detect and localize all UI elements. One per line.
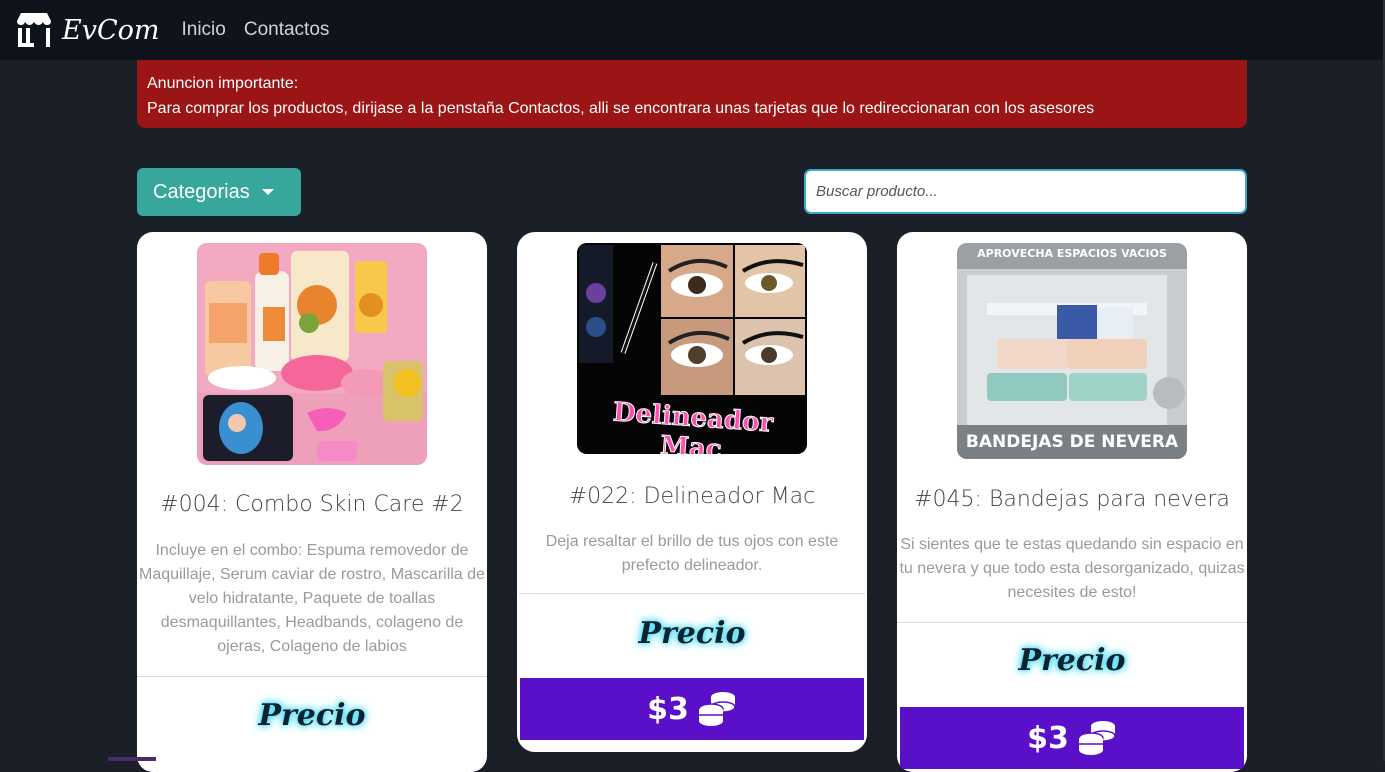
product-card[interactable]: APROVECHA ESPACIOS VACIOS BANDEJAS DE NE…: [897, 232, 1247, 772]
coins-icon: [698, 692, 736, 726]
image-caption-bottom: BANDEJAS DE NEVERA: [965, 432, 1179, 452]
fridge-trays-photo: [957, 243, 1187, 459]
search-input[interactable]: [804, 169, 1247, 214]
product-description: Si sientes que te estas quedando sin esp…: [899, 536, 1245, 601]
product-image[interactable]: Delineador Mac: [577, 243, 807, 454]
image-caption-top: APROVECHA ESPACIOS VACIOS: [977, 247, 1167, 260]
product-description: Deja resaltar el brillo de tus ojos con …: [545, 533, 839, 574]
divider: [519, 593, 865, 594]
price-box: $3: [520, 678, 864, 740]
price-value: $3: [647, 691, 689, 727]
product-title: #022: Delineador Mac: [568, 484, 816, 509]
brand[interactable]: EvCom: [14, 12, 159, 48]
product-card[interactable]: #004: Combo Skin Care #2 Incluye en el c…: [137, 232, 487, 772]
categories-dropdown-button[interactable]: Categorias: [137, 168, 301, 216]
alert-message: Para comprar los productos, dirijase a l…: [147, 100, 1095, 117]
nav-link-contactos[interactable]: Contactos: [244, 19, 330, 41]
product-description: Incluye en el combo: Espuma removedor de…: [139, 542, 485, 655]
skin-care-combo-photo: [197, 243, 427, 465]
nav-links: Inicio Contactos: [181, 19, 329, 41]
categories-label: Categorias: [153, 180, 250, 203]
price-label: Precio: [258, 698, 366, 733]
caret-down-icon: [261, 189, 274, 195]
price-value: $3: [1027, 720, 1069, 756]
announcement-alert: Anuncion importante: Para comprar los pr…: [137, 60, 1247, 128]
navbar: EvCom Inicio Contactos: [0, 0, 1385, 60]
nav-link-inicio[interactable]: Inicio: [181, 19, 225, 41]
product-title: #004: Combo Skin Care #2: [160, 492, 464, 517]
price-label: Precio: [638, 616, 746, 651]
price-box: $3: [900, 707, 1244, 769]
bottom-indicator: [108, 757, 156, 761]
product-card[interactable]: Delineador Mac #022: Delineador Mac Deja…: [517, 232, 867, 752]
divider: [137, 676, 487, 677]
alert-heading: Anuncion importante:: [147, 75, 299, 92]
price-label: Precio: [1018, 643, 1126, 678]
product-image[interactable]: APROVECHA ESPACIOS VACIOS BANDEJAS DE NE…: [957, 243, 1187, 459]
store-icon: [17, 13, 51, 47]
product-image[interactable]: [197, 243, 427, 465]
divider: [897, 622, 1247, 623]
brand-name: EvCom: [62, 14, 160, 46]
coins-icon: [1078, 721, 1116, 755]
product-title: #045: Bandejas para nevera: [914, 487, 1230, 512]
